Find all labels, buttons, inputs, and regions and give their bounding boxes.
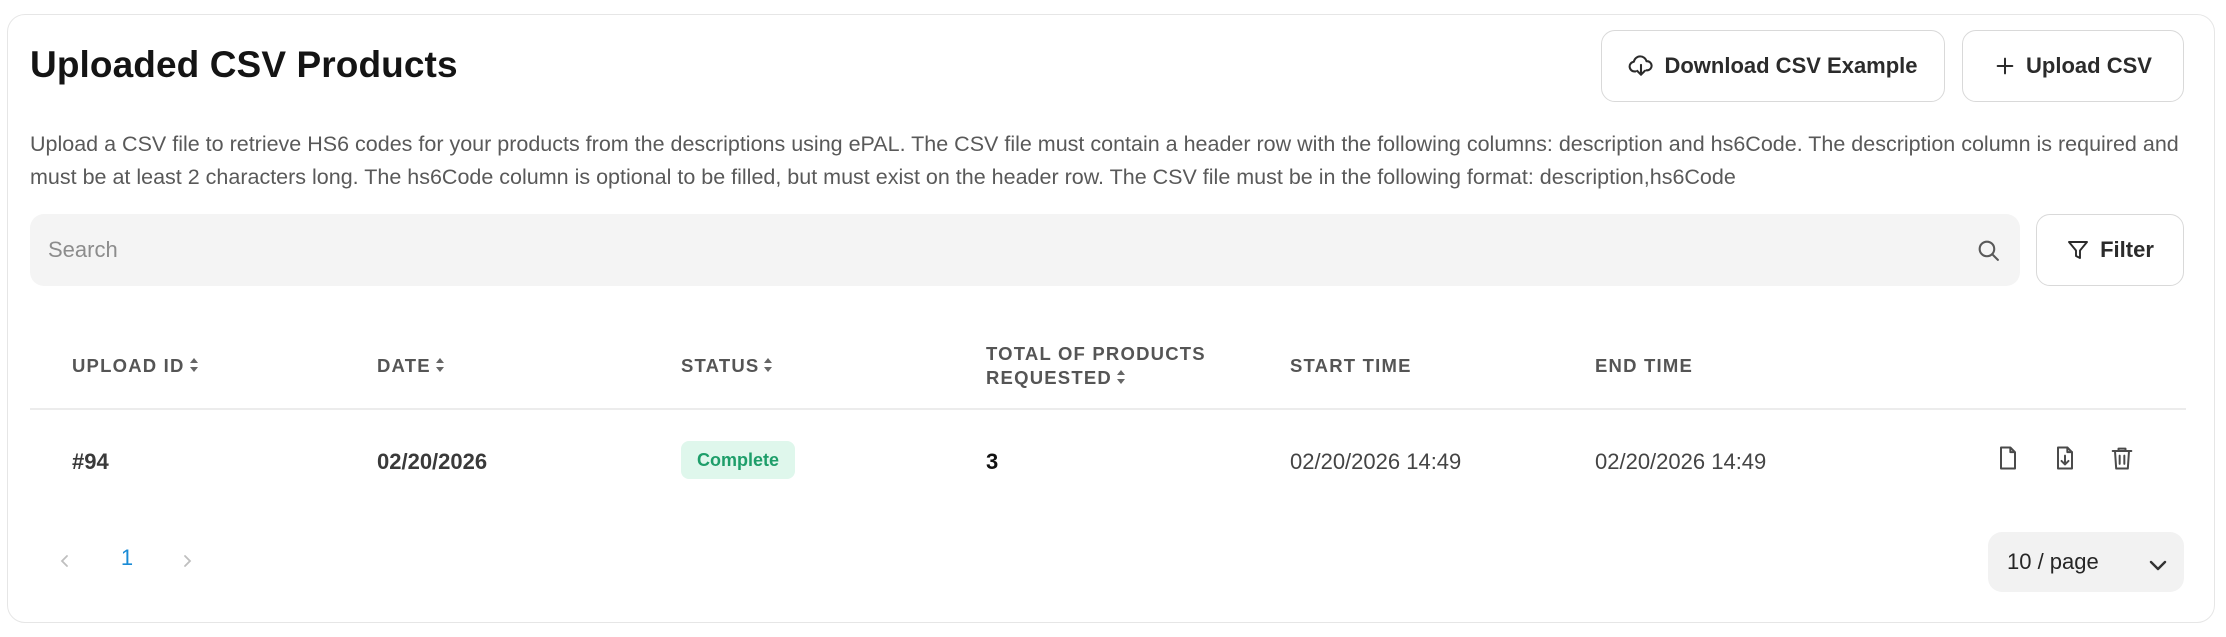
cell-end-time: 02/20/2026 14:49 (1595, 449, 1767, 474)
filter-icon (2066, 238, 2090, 262)
sort-icon (763, 355, 773, 379)
download-csv-example-button[interactable]: Download CSV Example (1601, 30, 1945, 102)
upload-csv-label: Upload CSV (2026, 53, 2152, 78)
trash-icon[interactable] (2108, 444, 2136, 477)
page-number-current[interactable]: 1 (114, 545, 140, 571)
chevron-down-icon (2148, 554, 2168, 580)
cell-start-time: 02/20/2026 14:49 (1290, 449, 1462, 474)
column-header-start-time: START TIME (1290, 355, 1412, 376)
upload-instructions: Upload a CSV file to retrieve HS6 codes … (30, 132, 2179, 189)
cell-total-products: 3 (986, 449, 999, 474)
search-icon[interactable] (1976, 238, 2001, 268)
sort-icon (189, 355, 199, 379)
file-icon[interactable] (1994, 444, 2022, 477)
uploaded-products-card (7, 14, 2215, 623)
cell-date: 02/20/2026 (377, 449, 488, 474)
status-badge: Complete (681, 441, 796, 479)
column-header-date[interactable]: DATE (377, 354, 445, 379)
column-header-upload-id[interactable]: UPLOAD ID (72, 354, 199, 379)
filter-button[interactable]: Filter (2036, 214, 2184, 286)
upload-csv-button[interactable]: Upload CSV (1962, 30, 2184, 102)
search-bar (30, 214, 2020, 286)
column-header-total-products[interactable]: TOTAL OF PRODUCTS REQUESTED (986, 342, 1206, 391)
sort-icon (1116, 367, 1126, 391)
page-title: Uploaded CSV Products (30, 44, 458, 85)
column-header-end-time: END TIME (1595, 355, 1693, 376)
page-size-select[interactable]: 10 / page (1988, 532, 2184, 592)
column-header-status[interactable]: STATUS (681, 354, 773, 379)
sort-icon (435, 355, 445, 379)
search-input[interactable] (48, 214, 1948, 286)
filter-label: Filter (2100, 237, 2154, 262)
download-csv-example-label: Download CSV Example (1664, 53, 1918, 78)
header-divider (30, 408, 2186, 410)
cloud-download-icon (1628, 53, 1654, 79)
prev-page-icon[interactable] (58, 550, 72, 577)
page-size-value: 10 / page (2007, 549, 2099, 574)
file-download-icon[interactable] (2051, 444, 2079, 477)
next-page-icon[interactable] (180, 550, 194, 577)
plus-icon (1994, 55, 2016, 77)
cell-upload-id: #94 (72, 449, 109, 474)
